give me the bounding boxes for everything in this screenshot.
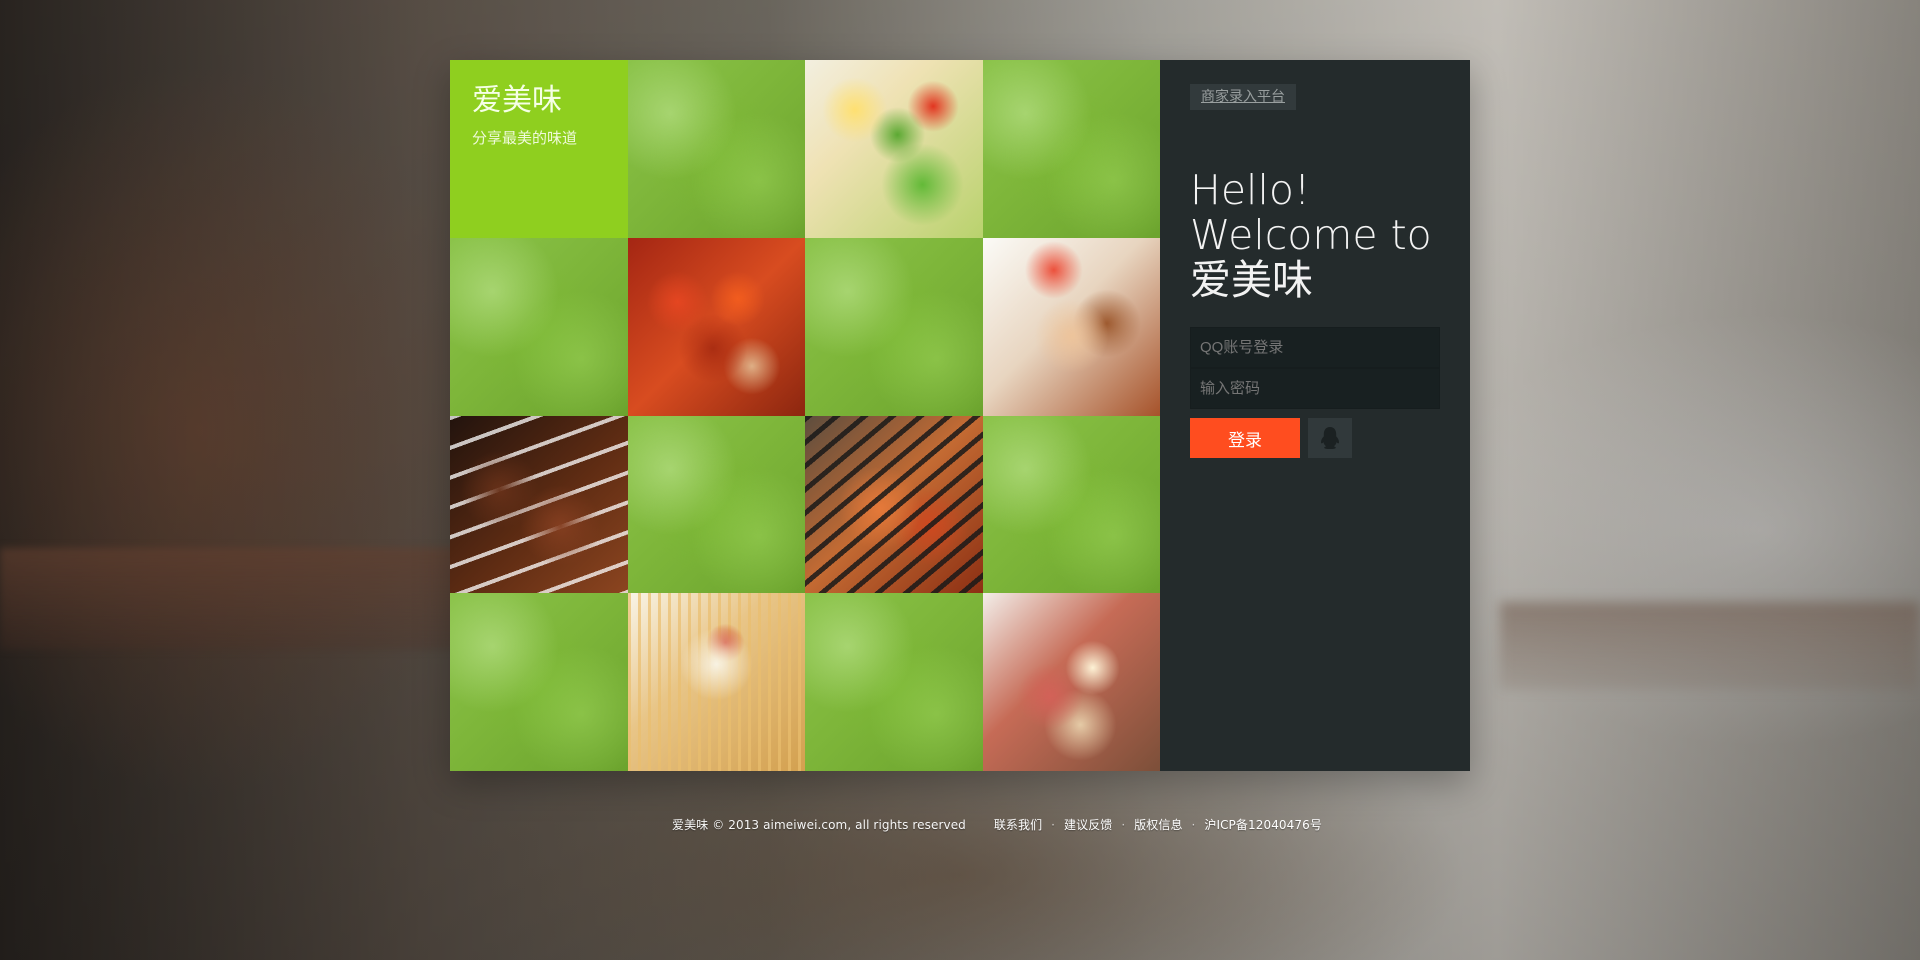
green-food-tile — [450, 593, 628, 771]
food-photo-tile — [982, 237, 1160, 416]
food-photo-tile — [450, 415, 628, 594]
green-food-tile — [982, 60, 1160, 238]
footer-link-contact[interactable]: 联系我们 — [994, 818, 1042, 832]
site-footer: 爱美味 © 2013 aimeiwei.com, all rights rese… — [672, 816, 1322, 833]
merchant-entry-link[interactable]: 商家录入平台 — [1190, 84, 1296, 110]
footer-link-icp[interactable]: 沪ICP备12040476号 — [1204, 818, 1322, 832]
qq-login-button[interactable] — [1308, 418, 1352, 459]
footer-separator: · — [1191, 818, 1196, 832]
footer-copyright: 爱美味 © 2013 aimeiwei.com, all rights rese… — [672, 818, 966, 832]
green-food-tile — [982, 415, 1160, 594]
welcome-line-1: Hello! — [1190, 166, 1311, 214]
login-panel: 商家录入平台 Hello! Welcome to 爱美味 登录 — [1160, 60, 1470, 771]
login-button[interactable]: 登录 — [1190, 418, 1300, 459]
footer-separator: · — [1051, 818, 1056, 832]
green-food-tile — [805, 593, 983, 771]
welcome-heading: Hello! Welcome to 爱美味 — [1190, 166, 1440, 305]
login-card: 爱美味 分享最美的味道 商家录入平台 Hello! Welcome to 爱美味… — [450, 60, 1470, 771]
green-food-tile — [627, 415, 805, 594]
food-mosaic: 爱美味 分享最美的味道 — [450, 60, 1160, 771]
qq-penguin-icon — [1319, 425, 1341, 452]
food-photo-tile — [627, 593, 805, 771]
food-photo-tile — [982, 593, 1160, 771]
qq-account-input[interactable] — [1190, 327, 1440, 369]
food-photo-tile — [627, 237, 805, 416]
brand-tile: 爱美味 分享最美的味道 — [450, 60, 628, 238]
food-photo-tile — [805, 415, 983, 594]
footer-link-copyright[interactable]: 版权信息 — [1134, 818, 1182, 832]
footer-separator: · — [1121, 818, 1126, 832]
background-table-right — [1500, 602, 1920, 690]
welcome-line-3: 爱美味 — [1190, 256, 1313, 305]
green-food-tile — [627, 60, 805, 238]
brand-title: 爱美味 — [472, 83, 562, 118]
brand-subtitle: 分享最美的味道 — [472, 129, 578, 147]
footer-link-feedback[interactable]: 建议反馈 — [1064, 818, 1112, 832]
green-food-tile — [450, 237, 628, 416]
password-input[interactable] — [1190, 368, 1440, 410]
green-food-tile — [805, 237, 983, 416]
login-actions: 登录 — [1190, 418, 1440, 459]
welcome-line-2: Welcome to — [1190, 211, 1432, 260]
background-table-left — [0, 548, 470, 650]
food-photo-tile — [805, 60, 983, 238]
